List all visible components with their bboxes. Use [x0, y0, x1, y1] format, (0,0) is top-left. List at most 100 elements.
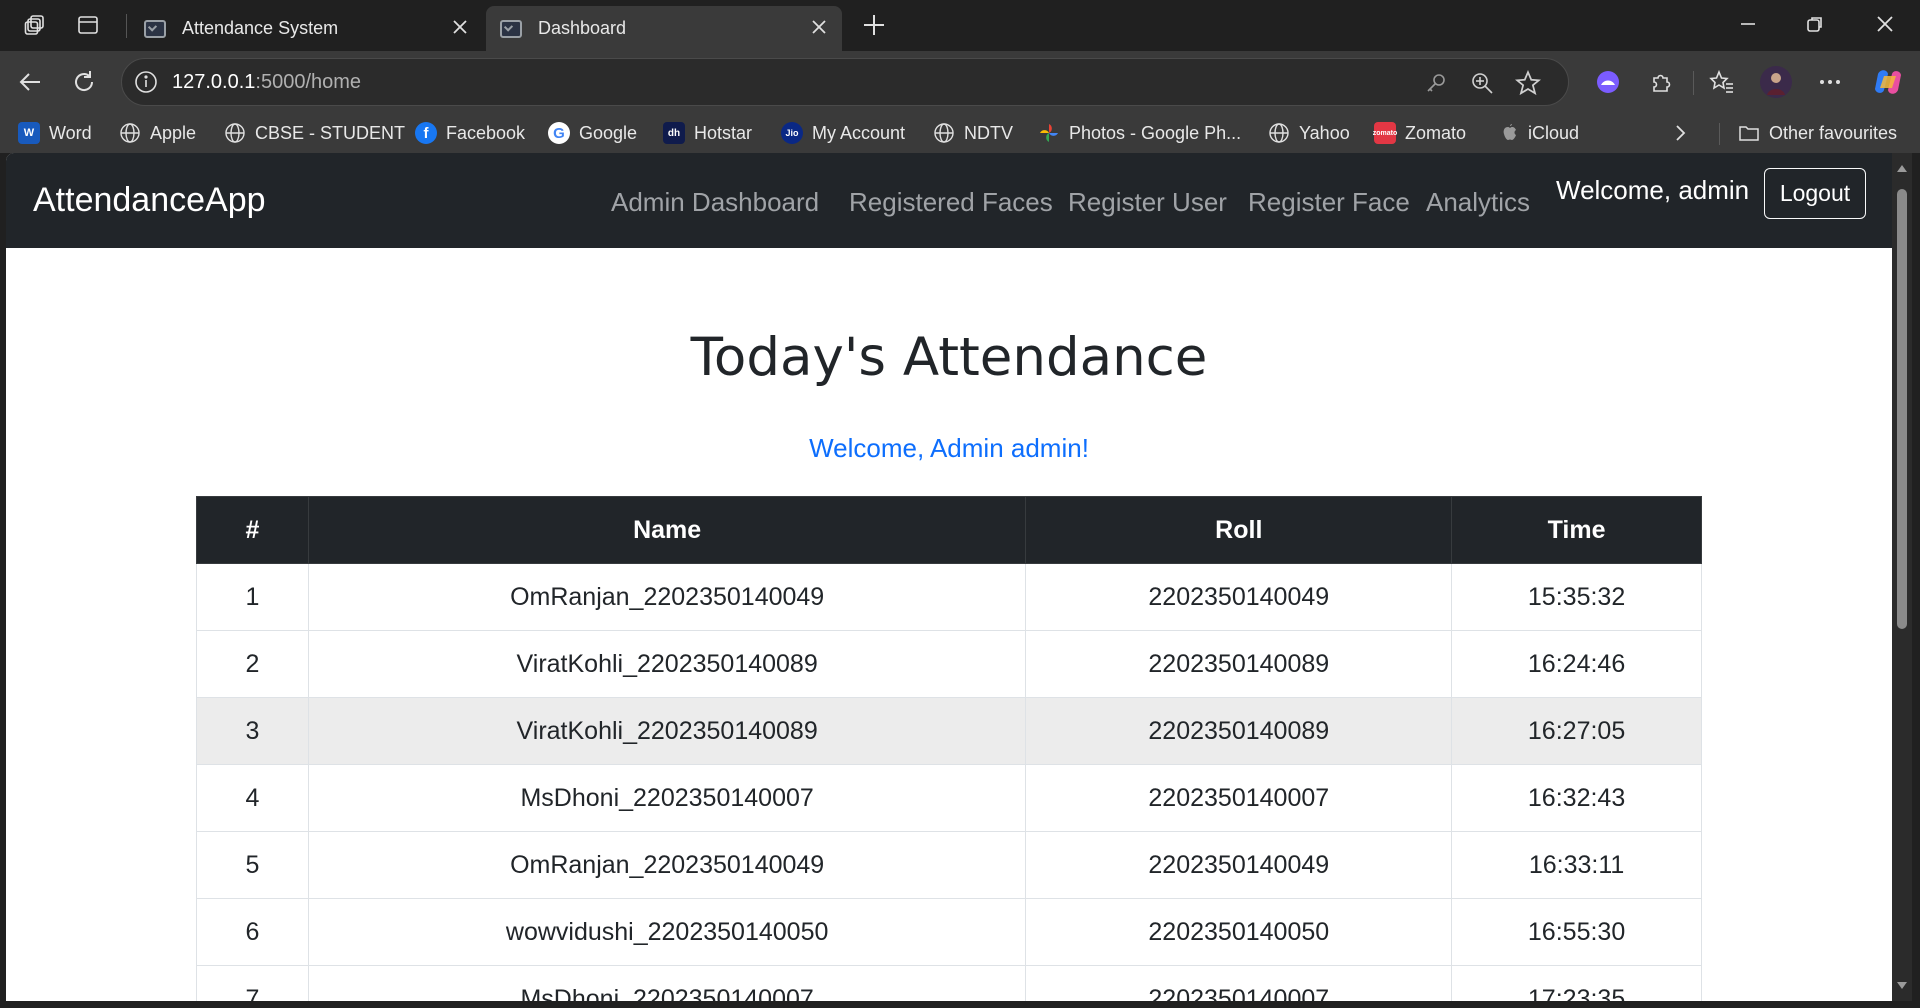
cell-roll: 2202350140007	[1025, 764, 1453, 832]
favourite-label: iCloud	[1528, 122, 1580, 143]
favourite-word[interactable]: W Word	[18, 119, 92, 147]
app-navbar: AttendanceApp Admin Dashboard Registered…	[6, 153, 1892, 248]
word-icon: W	[18, 122, 40, 144]
copilot-icon[interactable]	[1868, 63, 1908, 101]
favourite-google[interactable]: G Google	[548, 119, 637, 147]
favourites-bar: W Word Apple CBSE - STUDENT f Facebook G…	[0, 113, 1920, 153]
page-scrollbar[interactable]	[1892, 153, 1912, 1001]
favourite-yahoo[interactable]: Yahoo	[1268, 119, 1350, 147]
tab-attendance-system[interactable]: Attendance System	[130, 6, 483, 51]
nav-admin-dashboard[interactable]: Admin Dashboard	[611, 187, 819, 218]
page-title: Today's Attendance	[690, 327, 1208, 388]
table-row: 3 ViratKohli_2202350140089 2202350140089…	[196, 697, 1702, 765]
logout-button[interactable]: Logout	[1764, 168, 1866, 219]
cell-index: 4	[196, 764, 309, 832]
favourite-cbse-student[interactable]: CBSE - STUDENT	[224, 119, 405, 147]
cell-roll: 2202350140050	[1025, 898, 1453, 966]
app-brand[interactable]: AttendanceApp	[33, 181, 266, 220]
google-photos-icon	[1038, 122, 1060, 144]
table-row: 7 MsDhoni_2202350140007 2202350140007 17…	[196, 965, 1702, 1001]
globe-icon	[224, 122, 246, 144]
nav-analytics[interactable]: Analytics	[1426, 187, 1530, 218]
browser-tab-strip: Attendance System Dashboard	[0, 0, 1920, 51]
globe-icon	[1268, 122, 1290, 144]
favourite-label: Google	[579, 122, 638, 143]
favourite-apple[interactable]: Apple	[119, 119, 196, 147]
tab-dashboard[interactable]: Dashboard	[486, 6, 842, 51]
new-tab-plus-icon[interactable]	[856, 8, 892, 42]
favourite-star-icon[interactable]	[1514, 69, 1542, 97]
close-tab-icon[interactable]	[808, 16, 830, 38]
tab-favicon-icon	[500, 19, 522, 38]
favourites-list-icon[interactable]	[1702, 63, 1742, 101]
cell-roll: 2202350140089	[1025, 630, 1453, 698]
cell-time: 17:23:35	[1451, 965, 1702, 1001]
minimize-icon[interactable]	[1718, 0, 1778, 48]
cell-index: 2	[196, 630, 309, 698]
nav-register-face[interactable]: Register Face	[1248, 187, 1410, 218]
cell-index: 6	[196, 898, 309, 966]
close-tab-icon[interactable]	[449, 16, 471, 38]
hotstar-icon: dh	[663, 122, 685, 144]
apple-icon	[1497, 122, 1519, 144]
toolbar-divider	[1693, 71, 1694, 95]
site-info-icon[interactable]	[134, 70, 158, 94]
tab-favicon-icon	[144, 19, 166, 38]
scroll-up-arrow-icon[interactable]	[1896, 163, 1908, 175]
google-icon: G	[548, 122, 570, 144]
favourite-hotstar[interactable]: dh Hotstar	[663, 119, 752, 147]
vertical-tabs-icon[interactable]	[70, 8, 106, 42]
cell-index: 3	[196, 697, 309, 765]
cell-index: 1	[196, 563, 309, 631]
favourites-overflow-chevron-icon[interactable]	[1670, 119, 1690, 147]
back-arrow-icon[interactable]	[10, 63, 50, 101]
cell-name: OmRanjan_2202350140049	[307, 563, 1027, 631]
copilot-sidebar-icon[interactable]	[1588, 63, 1628, 101]
more-options-icon[interactable]	[1810, 63, 1850, 101]
cell-name: MsDhoni_2202350140007	[307, 764, 1027, 832]
folder-icon	[1738, 122, 1760, 144]
jio-icon: Jio	[781, 122, 803, 144]
cell-time: 16:32:43	[1451, 764, 1702, 832]
favourite-label: CBSE - STUDENT	[255, 122, 406, 143]
header-roll: Roll	[1025, 496, 1453, 564]
favourite-label: Zomato	[1405, 122, 1467, 143]
url-text[interactable]: 127.0.0.1:5000/home	[172, 71, 361, 94]
cell-name: wowvidushi_2202350140050	[307, 898, 1027, 966]
favourite-facebook[interactable]: f Facebook	[415, 119, 525, 147]
cell-roll: 2202350140007	[1025, 965, 1453, 1001]
scrollbar-thumb[interactable]	[1897, 189, 1907, 629]
facebook-icon: f	[415, 122, 437, 144]
cell-name: MsDhoni_2202350140007	[307, 965, 1027, 1001]
nav-register-user[interactable]: Register User	[1068, 187, 1227, 218]
tab-separator	[126, 14, 127, 38]
cell-roll: 2202350140049	[1025, 831, 1453, 899]
key-icon[interactable]	[1422, 69, 1450, 97]
favourite-zomato[interactable]: zomato Zomato	[1373, 119, 1467, 147]
nav-registered-faces[interactable]: Registered Faces	[849, 187, 1053, 218]
favourite-icloud[interactable]: iCloud	[1497, 119, 1579, 147]
favbar-divider	[1719, 123, 1720, 145]
address-bar[interactable]: 127.0.0.1:5000/home	[121, 58, 1569, 106]
favourite-label: NDTV	[964, 122, 1013, 143]
extensions-icon[interactable]	[1642, 63, 1682, 101]
favourite-my-account[interactable]: Jio My Account	[781, 119, 905, 147]
attendance-table: # Name Roll Time 1 OmRanjan_220235014004…	[196, 496, 1702, 1001]
restore-icon[interactable]	[1785, 0, 1845, 48]
close-window-icon[interactable]	[1855, 0, 1915, 48]
globe-icon	[119, 122, 141, 144]
profile-avatar[interactable]	[1756, 63, 1796, 101]
other-favourites[interactable]: Other favourites	[1738, 119, 1897, 147]
cell-time: 16:24:46	[1451, 630, 1702, 698]
zoom-icon[interactable]	[1468, 69, 1496, 97]
favourite-label: Word	[49, 122, 92, 143]
scroll-down-arrow-icon[interactable]	[1896, 979, 1908, 991]
favourite-ndtv[interactable]: NDTV	[933, 119, 1013, 147]
cell-time: 16:27:05	[1451, 697, 1702, 765]
favourite-google-photos[interactable]: Photos - Google Ph...	[1038, 119, 1241, 147]
cell-name: ViratKohli_2202350140089	[307, 697, 1027, 765]
cell-time: 15:35:32	[1451, 563, 1702, 631]
page-viewport: AttendanceApp Admin Dashboard Registered…	[6, 153, 1892, 1001]
workspaces-icon[interactable]	[18, 8, 54, 42]
refresh-icon[interactable]	[64, 63, 104, 101]
